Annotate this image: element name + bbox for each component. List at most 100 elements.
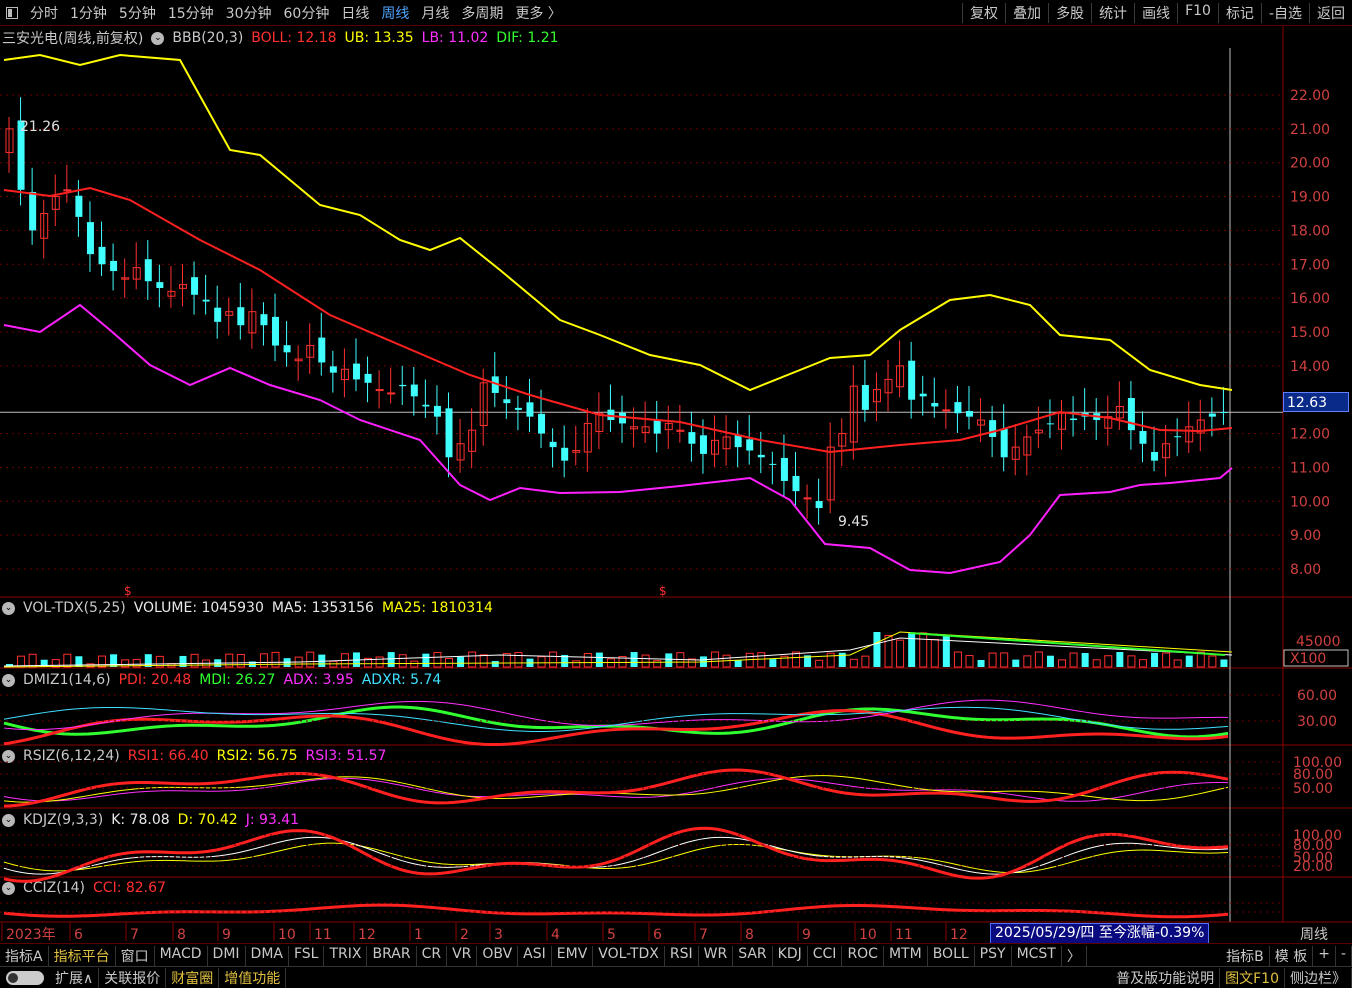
volume-bar: [1000, 652, 1009, 668]
indicator-tab-0[interactable]: 指标A: [0, 945, 49, 966]
sidebar-link[interactable]: 侧边栏》: [1285, 967, 1352, 988]
indicator-tab-24[interactable]: MCST: [1012, 945, 1062, 966]
xaxis-label: 2023年: [6, 927, 56, 943]
indicator-tab-4[interactable]: DMI: [208, 945, 246, 966]
status-item-3[interactable]: 增值功能: [219, 967, 287, 988]
candle-body-down: [965, 410, 973, 417]
indicator-tab-right-1[interactable]: 模 板: [1270, 945, 1314, 966]
xaxis-label: 4: [551, 927, 560, 943]
price-tick-label: 10.00: [1290, 494, 1330, 510]
volume-bar: [98, 655, 107, 668]
xaxis-label: 6: [653, 927, 662, 943]
indicator-tab-25[interactable]: 〉: [1062, 945, 1087, 966]
volume-bar: [491, 660, 499, 667]
indicator-tab-right-0[interactable]: 指标B: [1221, 945, 1270, 966]
xaxis-label: 10: [859, 927, 877, 943]
indicator-tab-9[interactable]: CR: [417, 945, 448, 966]
indicator-tab-16[interactable]: WR: [699, 945, 734, 966]
indicator-tab-6[interactable]: FSL: [289, 945, 325, 966]
volume-bar: [665, 653, 673, 667]
indicator-tab-7[interactable]: TRIX: [324, 945, 368, 966]
xaxis-label: 2: [460, 927, 469, 943]
feature-help-link[interactable]: 普及版功能说明: [1111, 967, 1221, 988]
volume-bar: [630, 652, 638, 667]
indicator-tab-3[interactable]: MACD: [155, 945, 208, 966]
candle-body-down: [1174, 436, 1182, 438]
indicator-tab-5[interactable]: DMA: [246, 945, 289, 966]
status-item-1[interactable]: 关联报价: [99, 967, 167, 988]
indicator-tab-8[interactable]: BRAR: [367, 945, 417, 966]
volume-bar: [791, 651, 800, 668]
volume-bar: [271, 651, 280, 668]
price-tick-label: 22.00: [1290, 88, 1330, 104]
candle-body-down: [699, 435, 707, 454]
volume-bar: [977, 659, 985, 667]
candle-body-down: [1139, 430, 1147, 444]
candle-body-down: [1046, 423, 1054, 425]
candle-body-down: [861, 385, 869, 410]
indicator-tab-12[interactable]: ASI: [518, 945, 552, 966]
volume-bar: [537, 656, 546, 668]
volume-bar: [398, 654, 407, 668]
status-bar: 扩展∧ 关联报价 财富圈 增值功能 普及版功能说明 图文F10 侧边栏》: [0, 966, 1352, 988]
indicator-tab-22[interactable]: BOLL: [928, 945, 975, 966]
indicator-tab-15[interactable]: RSI: [665, 945, 699, 966]
indicator-tab-19[interactable]: CCI: [808, 945, 843, 966]
kline-chart-area[interactable]: 22.0021.0020.0019.0018.0017.0016.0015.00…: [0, 0, 1352, 943]
candle-body-down: [989, 420, 997, 437]
lb-line: [3, 303, 1233, 575]
cci-line: [3, 903, 1229, 919]
candle-body-down: [352, 363, 360, 380]
candle-body-down: [433, 405, 441, 417]
indicator-tab-right-3[interactable]: -: [1336, 945, 1352, 966]
indicator-tab-17[interactable]: SAR: [733, 945, 773, 966]
volume-bar: [1092, 659, 1101, 668]
candle-body-up: [387, 392, 396, 395]
volume-bar: [769, 659, 777, 667]
candle-body-down: [422, 404, 430, 407]
price-tick-label: 18.00: [1290, 223, 1330, 239]
price-tick-label: 17.00: [1290, 257, 1330, 273]
xaxis-label: 10: [278, 927, 296, 943]
xaxis-label: 8: [745, 927, 754, 943]
status-item-0[interactable]: 扩展∧: [50, 967, 100, 988]
indicator-tab-23[interactable]: PSY: [975, 945, 1012, 966]
candle-body-down: [260, 314, 268, 326]
indicator-tab-13[interactable]: EMV: [552, 945, 594, 966]
indicator-tab-11[interactable]: OBV: [477, 945, 519, 966]
candle-body-down: [549, 441, 557, 448]
volume-bar: [653, 660, 662, 668]
candle-body-down: [653, 419, 661, 434]
candle-body-down: [1070, 418, 1078, 421]
candle-body-down: [86, 222, 94, 255]
toggle-switch-icon[interactable]: [6, 970, 44, 985]
volume-bar: [641, 654, 650, 668]
volume-bar: [965, 655, 974, 668]
indicator-tab-18[interactable]: KDJ: [773, 945, 808, 966]
volume-bar: [953, 651, 962, 668]
xaxis-label: 3: [494, 927, 503, 943]
volume-bar: [1046, 655, 1054, 667]
indicator-tab-1[interactable]: 指标平台: [49, 945, 116, 966]
xaxis-label: 12: [950, 927, 968, 943]
indicator-tab-14[interactable]: VOL-TDX: [593, 945, 665, 966]
indicator-tab-2[interactable]: 窗口: [116, 945, 155, 966]
volume-bar: [433, 651, 442, 668]
indicator-tab-20[interactable]: ROC: [842, 945, 884, 966]
xaxis-label: 7: [699, 927, 708, 943]
indicator-tab-right-2[interactable]: +: [1313, 945, 1336, 966]
f10-link[interactable]: 图文F10: [1220, 967, 1285, 988]
volume-bar: [1173, 659, 1182, 668]
volume-bar: [1208, 655, 1217, 668]
candle-body-down: [769, 463, 777, 465]
candle-body-down: [526, 402, 534, 417]
dividend-marker: $: [659, 584, 667, 598]
indicator-tab-21[interactable]: MTM: [884, 945, 928, 966]
vol-tick-label: 45000: [1296, 634, 1341, 650]
indicator-tab-10[interactable]: VR: [447, 945, 478, 966]
volume-bar: [583, 652, 592, 668]
status-item-2[interactable]: 财富圈: [166, 967, 220, 988]
volume-bar: [595, 652, 603, 667]
candle-body-down: [931, 403, 939, 407]
volume-bar: [1023, 655, 1032, 668]
